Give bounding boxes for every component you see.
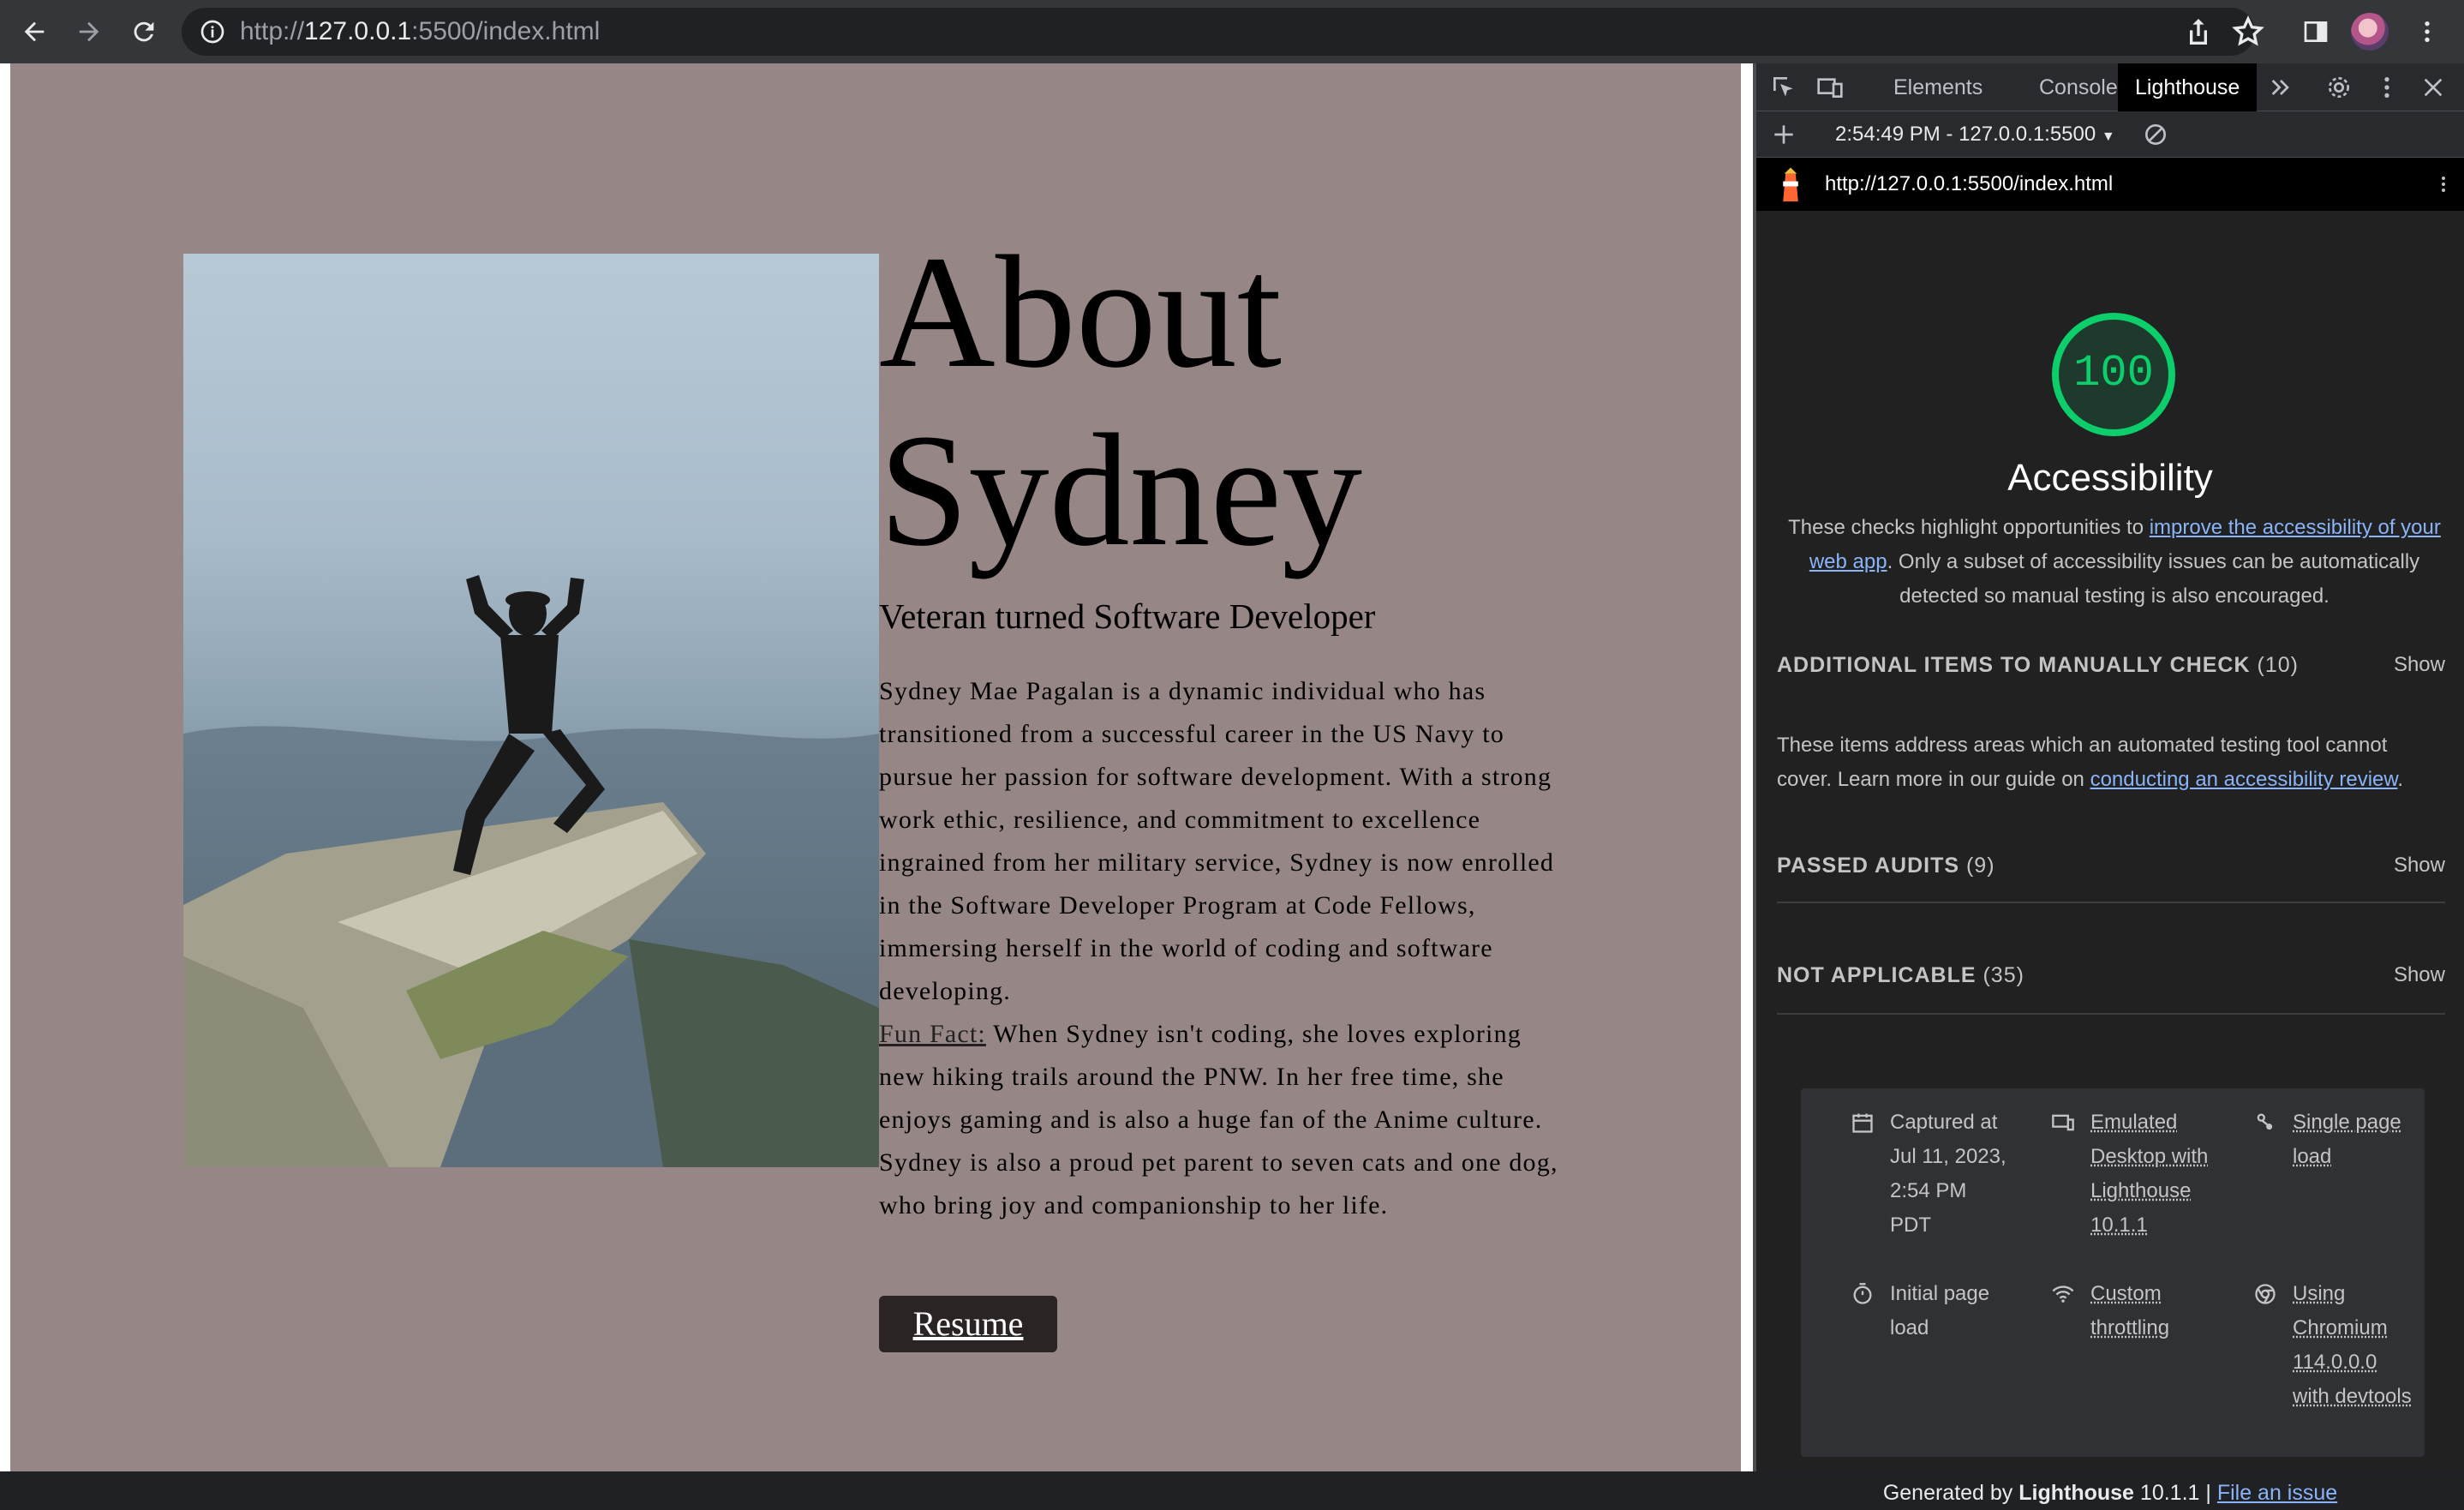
about-page: About Sydney Veteran turned Software Dev… xyxy=(10,63,1741,1471)
initial-page-load: Initial page load xyxy=(1853,1277,2010,1345)
show-toggle[interactable]: Show xyxy=(2394,958,2445,992)
bio-paragraph-3: Sydney is also a proud pet parent to sev… xyxy=(879,1148,1558,1219)
reload-icon xyxy=(134,21,154,42)
arrow-left-icon xyxy=(24,21,45,42)
passed-audits-group[interactable]: PASSED AUDITS (9) Show xyxy=(1777,848,2445,903)
device-toolbar-icon[interactable] xyxy=(1816,74,1844,101)
resume-button[interactable]: Resume xyxy=(879,1296,1057,1352)
bio-text: Sydney Mae Pagalan is a dynamic individu… xyxy=(879,670,1573,1227)
fun-fact-label: Fun Fact: xyxy=(879,1020,986,1048)
more-tabs-chevron-icon[interactable] xyxy=(2267,74,2294,101)
title-line-name: Sydney xyxy=(879,400,1362,579)
tab-elements[interactable]: Elements xyxy=(1876,63,2000,111)
group-count: (35) xyxy=(1983,963,2024,987)
forward-button[interactable] xyxy=(72,15,106,49)
stopwatch-icon xyxy=(1853,1283,1872,1304)
mountain-photo-illustration xyxy=(183,575,879,1167)
bio-paragraph-1: Sydney Mae Pagalan is a dynamic individu… xyxy=(879,677,1555,1005)
page-subtitle: Veteran turned Software Developer xyxy=(879,596,1376,636)
title-line-about: About xyxy=(879,222,1282,401)
report-selector[interactable]: 2:54:49 PM - 127.0.0.1:5500 ▼ xyxy=(1835,122,2115,150)
report-url: http://127.0.0.1:5500/index.html xyxy=(1825,172,2114,195)
report-footer: Generated by Lighthouse 10.1.1 | File an… xyxy=(1882,1481,2338,1505)
runtime-settings: Captured at Jul 11, 2023, 2:54 PM PDT Em… xyxy=(1801,1088,2425,1457)
calendar-icon xyxy=(1852,1113,1873,1133)
bio-paragraph-2: Fun Fact: When Sydney isn't coding, she … xyxy=(879,1013,1573,1141)
lighthouse-toolbar: 2:54:49 PM - 127.0.0.1:5500 ▼ xyxy=(1756,111,2464,158)
arrow-right-icon xyxy=(79,21,99,42)
emulated-device[interactable]: Emulated Desktop with Lighthouse 10.1.1 xyxy=(2052,1106,2210,1243)
plus-icon[interactable] xyxy=(1770,121,1797,148)
custom-throttling[interactable]: Custom throttling xyxy=(2052,1277,2210,1345)
profile-avatar[interactable] xyxy=(2351,13,2389,51)
single-page-load[interactable]: Single page load xyxy=(2257,1106,2413,1174)
group-count: (10) xyxy=(2257,653,2299,677)
url-text: http://127.0.0.1:5500/index.html xyxy=(240,17,601,45)
wifi-icon xyxy=(2052,1285,2074,1303)
group-count: (9) xyxy=(1965,854,1995,878)
page-title: About Sydney xyxy=(879,223,1736,579)
inspect-element-icon[interactable] xyxy=(1770,74,1797,101)
back-button[interactable] xyxy=(17,15,51,49)
hiker-photo xyxy=(183,254,879,1167)
report-url-bar: http://127.0.0.1:5500/index.html xyxy=(1756,158,2464,211)
manual-check-group[interactable]: ADDITIONAL ITEMS TO MANUALLY CHECK (10) … xyxy=(1777,648,2445,691)
page-viewport: About Sydney Veteran turned Software Dev… xyxy=(0,63,1753,1471)
manual-check-description: These items address areas which an autom… xyxy=(1777,734,2404,791)
more-vert-icon xyxy=(2425,21,2430,42)
share-icon[interactable] xyxy=(2181,15,2216,49)
captured-at: Captured at Jul 11, 2023, 2:54 PM PDT xyxy=(1852,1106,2010,1243)
nodes-icon xyxy=(2257,1113,2273,1130)
side-panel-button[interactable] xyxy=(2298,14,2334,50)
lighthouse-logo-icon xyxy=(1783,167,1798,202)
bookmark-star-icon[interactable] xyxy=(2231,15,2265,49)
lighthouse-report: 100 Accessibility These checks highlight… xyxy=(1756,211,2464,1505)
show-toggle[interactable]: Show xyxy=(2394,848,2445,883)
chrome-icon xyxy=(2255,1284,2276,1304)
side-panel-icon xyxy=(2304,21,2328,42)
more-vert-icon[interactable] xyxy=(2373,74,2401,101)
file-issue-link[interactable]: File an issue xyxy=(2217,1481,2337,1505)
close-icon[interactable] xyxy=(2419,74,2447,101)
group-label: NOT APPLICABLE xyxy=(1777,963,1977,987)
clear-icon[interactable] xyxy=(2142,121,2169,148)
report-menu-icon[interactable] xyxy=(2433,170,2454,199)
gear-icon[interactable] xyxy=(2325,74,2353,101)
browser-toolbar: http://127.0.0.1:5500/index.html xyxy=(0,0,2464,63)
devtools-tabbar: Elements Console Lighthouse xyxy=(1756,63,2464,111)
chevron-down-icon: ▼ xyxy=(2101,129,2115,144)
address-bar[interactable]: http://127.0.0.1:5500/index.html xyxy=(182,8,2264,56)
category-title: Accessibility xyxy=(2007,457,2213,499)
not-applicable-group[interactable]: NOT APPLICABLE (35) Show xyxy=(1777,958,2445,1015)
category-description: These checks highlight opportunities to … xyxy=(1788,516,2441,608)
devices-icon xyxy=(2052,1114,2074,1131)
chromium-version[interactable]: Using Chromium 114.0.0.0 with devtools xyxy=(2255,1277,2413,1414)
tab-lighthouse[interactable]: Lighthouse xyxy=(2118,63,2258,111)
info-icon[interactable] xyxy=(199,18,226,45)
reload-button[interactable] xyxy=(127,15,161,49)
show-toggle[interactable]: Show xyxy=(2394,648,2445,682)
group-label: PASSED AUDITS xyxy=(1777,854,1960,878)
group-label: ADDITIONAL ITEMS TO MANUALLY CHECK xyxy=(1777,653,2251,677)
score-value: 100 xyxy=(2073,348,2154,398)
devtools-panel: Elements Console Lighthouse 2:54:49 PM -… xyxy=(1753,63,2464,1505)
browser-menu-button[interactable] xyxy=(2409,14,2445,50)
accessibility-review-link[interactable]: conducting an accessibility review xyxy=(2090,768,2398,791)
